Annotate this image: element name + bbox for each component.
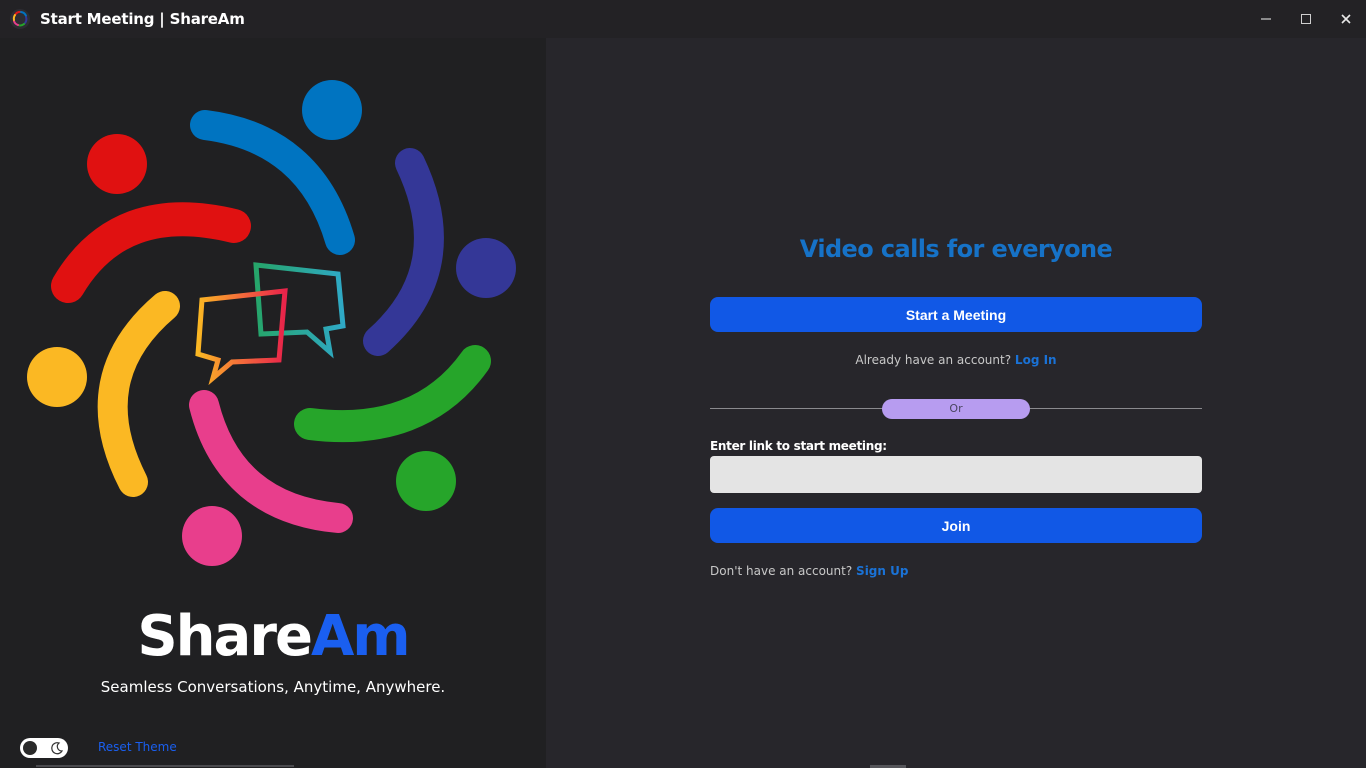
- close-icon: [1341, 14, 1351, 24]
- chat-bubble-back: [253, 262, 346, 359]
- red-arm: [51, 202, 251, 303]
- brand-wordmark: ShareAm: [0, 604, 546, 669]
- theme-toggle[interactable]: [20, 738, 68, 758]
- headline: Video calls for everyone: [799, 235, 1113, 263]
- minimize-icon: [1261, 18, 1271, 20]
- shaream-logo-art: [27, 80, 516, 566]
- app-logo-icon: [10, 9, 30, 29]
- indigo-arm: [363, 148, 444, 356]
- signup-prompt: Don't have an account? Sign Up: [710, 564, 908, 578]
- yellow-arm: [97, 291, 180, 497]
- reset-theme-link[interactable]: Reset Theme: [98, 740, 177, 754]
- maximize-icon: [1301, 14, 1311, 24]
- pink-head: [182, 506, 242, 566]
- branding-panel: ShareAm Seamless Conversations, Anytime,…: [0, 38, 546, 768]
- maximize-button[interactable]: [1286, 4, 1326, 34]
- start-meeting-button[interactable]: Start a Meeting: [710, 297, 1202, 332]
- window-title: Start Meeting | ShareAm: [40, 10, 245, 28]
- moon-icon: [51, 742, 64, 755]
- horizontal-scrollbar[interactable]: [36, 765, 294, 767]
- minimize-button[interactable]: [1246, 4, 1286, 34]
- brand-part-share: Share: [137, 604, 313, 669]
- yellow-head: [27, 347, 87, 407]
- login-prompt: Already have an account? Log In: [546, 353, 1366, 367]
- green-head: [396, 451, 456, 511]
- signup-prompt-text: Don't have an account?: [710, 564, 853, 578]
- close-button[interactable]: [1326, 4, 1366, 34]
- indigo-head: [456, 238, 516, 298]
- login-prompt-text: Already have an account?: [855, 353, 1012, 367]
- brand-part-am: Am: [310, 604, 411, 669]
- title-bar: Start Meeting | ShareAm: [0, 0, 1366, 38]
- meeting-link-label: Enter link to start meeting:: [710, 439, 887, 453]
- join-button[interactable]: Join: [710, 508, 1202, 543]
- login-link[interactable]: Log In: [1015, 353, 1057, 367]
- toggle-knob: [23, 741, 37, 755]
- or-badge: Or: [882, 399, 1030, 419]
- green-arm: [294, 345, 491, 443]
- meeting-panel: Video calls for everyone Start a Meeting…: [546, 38, 1366, 768]
- tagline: Seamless Conversations, Anytime, Anywher…: [100, 678, 446, 696]
- red-head: [87, 134, 147, 194]
- blue-head: [302, 80, 362, 140]
- meeting-link-input[interactable]: [710, 456, 1202, 493]
- signup-link[interactable]: Sign Up: [856, 564, 908, 578]
